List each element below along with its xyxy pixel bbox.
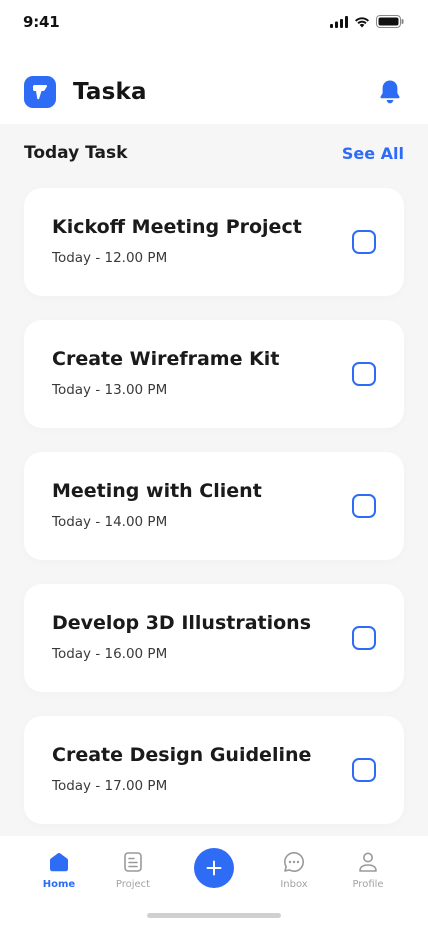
task-title: Create Design Guideline	[52, 744, 312, 766]
task-card[interactable]: Create Wireframe Kit Today - 13.00 PM	[24, 320, 404, 428]
nav-item-home[interactable]: Home	[24, 850, 94, 890]
task-time: Today - 14.00 PM	[52, 514, 168, 530]
task-checkbox[interactable]	[352, 230, 376, 254]
nav-label-profile: Profile	[352, 879, 384, 890]
nav-label-inbox: Inbox	[280, 879, 308, 890]
app-screen: 9:41 Taska Today Task See All Kickoff Me…	[0, 0, 428, 926]
add-task-button[interactable]	[194, 848, 234, 888]
status-icons	[330, 15, 404, 28]
bell-icon[interactable]	[378, 79, 402, 105]
nav-label-project: Project	[115, 879, 151, 890]
task-title: Kickoff Meeting Project	[52, 216, 302, 238]
task-card[interactable]: Meeting with Client Today - 14.00 PM	[24, 452, 404, 560]
bottom-nav: Home Project Inbox Profile	[0, 836, 428, 926]
task-time: Today - 17.00 PM	[52, 778, 168, 794]
plus-icon	[206, 860, 222, 876]
wifi-icon	[355, 16, 369, 27]
task-checkbox[interactable]	[352, 626, 376, 650]
status-time: 9:41	[23, 13, 60, 31]
task-list-section: Today Task See All Kickoff Meeting Proje…	[0, 124, 428, 836]
task-checkbox[interactable]	[352, 362, 376, 386]
nav-item-profile[interactable]: Profile	[333, 850, 403, 890]
home-indicator	[147, 913, 281, 918]
task-title: Create Wireframe Kit	[52, 348, 280, 370]
user-icon	[359, 852, 377, 872]
task-card[interactable]: Kickoff Meeting Project Today - 12.00 PM	[24, 188, 404, 296]
app-title: Taska	[73, 79, 147, 105]
app-header: Taska	[0, 52, 428, 126]
task-card[interactable]: Develop 3D Illustrations Today - 16.00 P…	[24, 584, 404, 692]
nav-label-home: Home	[42, 879, 76, 890]
chat-bubble-icon	[284, 852, 304, 872]
cellular-signal-icon	[330, 15, 348, 28]
task-checkbox[interactable]	[352, 494, 376, 518]
task-card[interactable]: Create Design Guideline Today - 17.00 PM	[24, 716, 404, 824]
task-checkbox[interactable]	[352, 758, 376, 782]
home-icon	[50, 853, 68, 872]
task-title: Meeting with Client	[52, 480, 262, 502]
task-title: Develop 3D Illustrations	[52, 612, 312, 634]
section-title: Today Task	[24, 143, 128, 163]
nav-item-inbox[interactable]: Inbox	[259, 850, 329, 890]
task-time: Today - 13.00 PM	[52, 382, 168, 398]
taska-logo-icon	[24, 76, 56, 108]
task-time: Today - 16.00 PM	[52, 646, 168, 662]
status-bar: 9:41	[0, 0, 428, 46]
nav-item-project[interactable]: Project	[98, 850, 168, 890]
battery-icon	[376, 15, 404, 28]
task-time: Today - 12.00 PM	[52, 250, 168, 266]
document-icon	[124, 852, 142, 872]
see-all-link[interactable]: See All	[342, 144, 404, 163]
